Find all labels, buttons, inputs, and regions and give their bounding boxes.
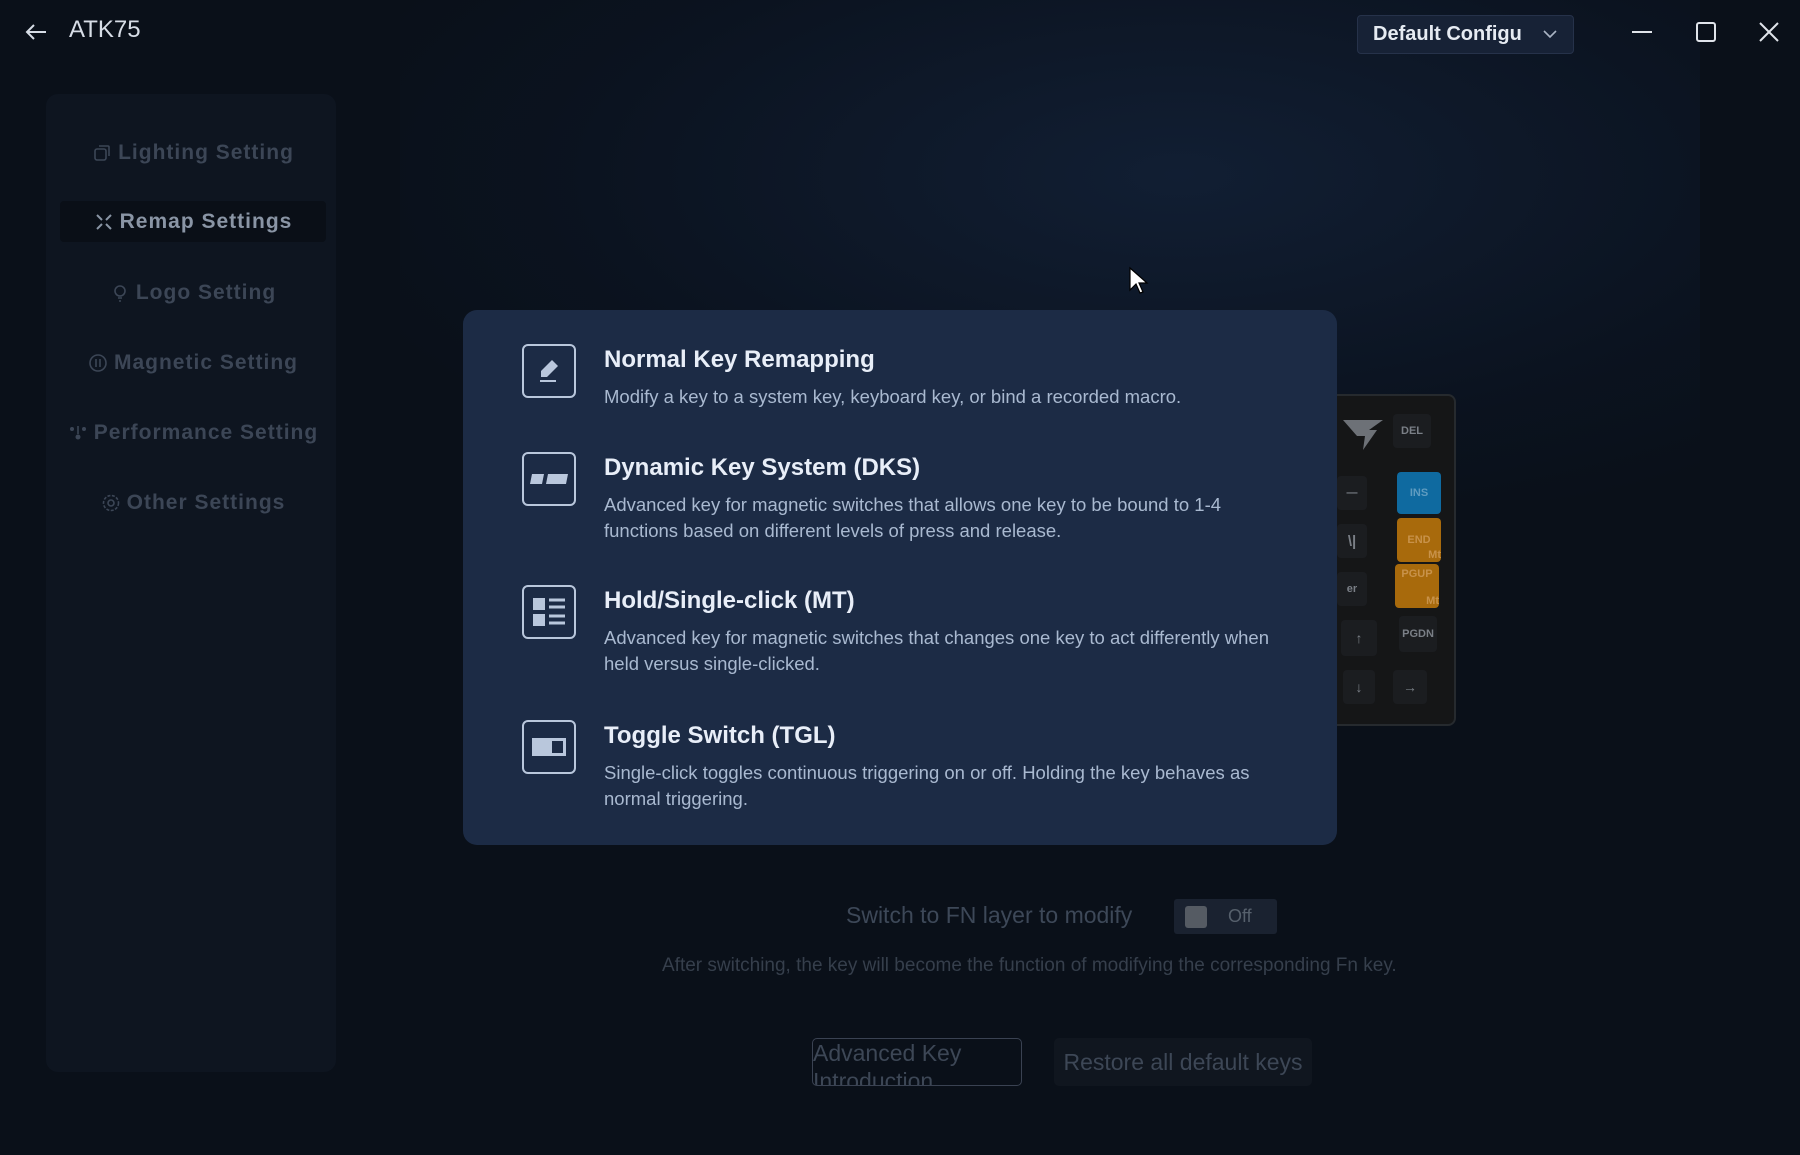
mt-badge: Mt <box>1428 549 1441 561</box>
fn-layer-toggle[interactable]: Off <box>1174 899 1277 934</box>
restore-default-keys-button[interactable]: Restore all default keys <box>1054 1038 1312 1086</box>
key-right[interactable]: → <box>1393 670 1427 704</box>
maximize-button[interactable] <box>1688 14 1724 50</box>
close-button[interactable] <box>1751 14 1787 50</box>
sidebar-item-label: Other Settings <box>126 490 286 514</box>
option-title: Dynamic Key System (DKS) <box>604 454 921 481</box>
sidebar-item-label: Performance Setting <box>93 420 319 444</box>
option-title: Hold/Single-click (MT) <box>604 587 855 614</box>
sidebar: Lighting Setting Remap Settings Logo Set… <box>46 94 336 1072</box>
config-dropdown[interactable]: Default Configu <box>1357 15 1574 54</box>
pencil-icon <box>522 344 576 398</box>
sidebar-item-label: Lighting Setting <box>118 140 294 164</box>
list-icon <box>522 585 576 639</box>
sidebar-item-remap[interactable]: Remap Settings <box>60 201 326 242</box>
option-description: Single-click toggles continuous triggeri… <box>604 762 1250 809</box>
option-description: Modify a key to a system key, keyboard k… <box>604 386 1182 407</box>
key-end[interactable]: END Mt <box>1397 518 1441 562</box>
sidebar-item-magnetic[interactable]: Magnetic Setting <box>60 342 326 383</box>
sidebar-item-label: Magnetic Setting <box>113 350 298 374</box>
key-minus[interactable]: — <box>1337 476 1367 510</box>
key-down[interactable]: ↓ <box>1343 670 1375 704</box>
key-enter[interactable]: er <box>1337 572 1367 606</box>
minimize-button[interactable] <box>1624 14 1660 50</box>
key-pgup[interactable]: PGUP Mt <box>1395 564 1439 608</box>
magnetic-icon <box>89 353 107 372</box>
sidebar-item-label: Remap Settings <box>119 209 293 233</box>
key-label: PGUP <box>1401 568 1433 580</box>
mt-badge: Mt <box>1426 595 1439 607</box>
sidebar-item-logo[interactable]: Logo Setting <box>60 272 326 313</box>
key-label: END <box>1407 534 1431 546</box>
sidebar-item-other[interactable]: Other Settings <box>60 482 326 523</box>
key-up[interactable]: ↑ <box>1341 620 1377 656</box>
keyboard-preview: DEL — INS \| END Mt er PGUP Mt ↑ PGDN ↓ → <box>1337 394 1456 726</box>
toggle-icon <box>522 720 576 774</box>
performance-icon <box>69 425 86 439</box>
logo-bulb-icon <box>114 284 126 302</box>
key-pgdn[interactable]: PGDN <box>1399 616 1437 652</box>
back-arrow-icon[interactable] <box>22 18 50 46</box>
key-del[interactable]: DEL <box>1393 414 1431 448</box>
config-dropdown-value: Default Configu <box>1373 23 1522 45</box>
app-title: ATK75 <box>69 16 141 43</box>
mouse-cursor-icon <box>1129 266 1149 294</box>
option-description: Advanced key for magnetic switches that … <box>604 494 1222 541</box>
sidebar-item-lighting[interactable]: Lighting Setting <box>60 132 326 173</box>
remap-type-modal: Normal Key Remapping Modify a key to a s… <box>463 310 1337 845</box>
sidebar-item-label: Logo Setting <box>135 280 277 304</box>
option-title: Normal Key Remapping <box>604 346 875 373</box>
remap-icon <box>95 213 112 230</box>
gear-icon <box>102 494 119 511</box>
lighting-icon <box>94 144 110 161</box>
fn-layer-label: Switch to FN layer to modify <box>846 902 1133 928</box>
key-backslash[interactable]: \| <box>1337 524 1367 558</box>
option-description: Advanced key for magnetic switches that … <box>604 627 1270 674</box>
advanced-key-intro-button[interactable]: Advanced Key Introduction <box>812 1038 1022 1086</box>
toggle-state: Off <box>1228 906 1252 926</box>
chevron-down-icon <box>1543 30 1557 39</box>
dks-icon <box>522 452 576 506</box>
sidebar-item-performance[interactable]: Performance Setting <box>60 412 326 453</box>
toggle-knob <box>1185 906 1207 928</box>
option-title: Toggle Switch (TGL) <box>604 722 836 749</box>
brand-logo-icon <box>1343 420 1383 450</box>
key-ins[interactable]: INS <box>1397 472 1441 514</box>
fn-layer-hint: After switching, the key will become the… <box>662 955 1397 976</box>
